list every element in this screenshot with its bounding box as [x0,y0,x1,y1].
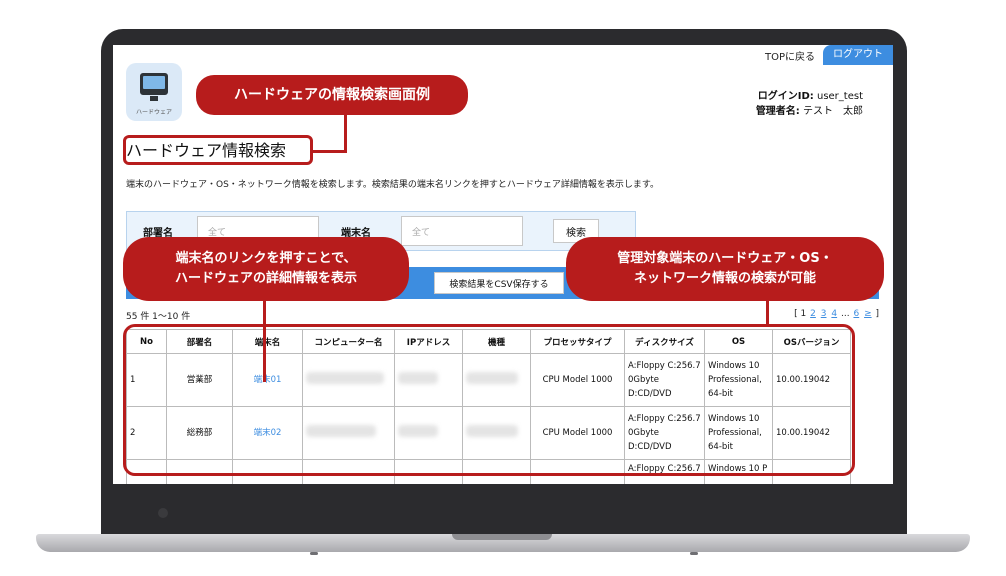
camera-icon [158,508,168,518]
admin-name-value: テスト 太郎 [803,106,863,117]
page-description: 端末のハードウェア・OS・ネットワーク情報を検索します。検索結果の端末名リンクを… [126,180,660,190]
callout-connector [344,114,347,151]
top-nav: TOPに戻る ログアウト [757,45,893,65]
top-link[interactable]: TOPに戻る [757,48,823,63]
monitor-screen [143,76,165,89]
monitor-stand [150,96,158,101]
pager-ellipsis: ... [840,309,850,319]
laptop-notch [452,534,552,540]
app-icon-caption: ハードウェア [135,109,172,116]
login-id-label: ログインID: [757,91,814,102]
pager-current: 1 [800,309,807,319]
pagination: [ 1 2 3 4 ... 6 ≥ ] [794,309,879,319]
terminal-input[interactable]: 全て [401,216,523,246]
callout-connector [766,300,769,326]
csv-save-button[interactable]: 検索結果をCSV保存する [434,272,564,294]
title-highlight-box [123,135,313,165]
callout-connector [312,150,347,153]
callout-screen-example: ハードウェアの情報検索画面例 [196,75,468,115]
pager-link[interactable]: 2 [810,309,816,319]
table-highlight-box [123,324,855,476]
laptop-foot [310,552,318,555]
callout-text: 管理対象端末のハードウェア・OS・ [617,251,833,266]
login-id-value: user_test [816,91,863,102]
admin-name-label: 管理者名: [755,106,800,117]
callout-text: 端末名のリンクを押すことで、 [175,251,357,266]
pager-open: [ [794,309,798,319]
pager-link[interactable]: 4 [831,309,837,319]
pager-close: ] [875,309,879,319]
pager-link[interactable]: 6 [853,309,859,319]
login-info: ログインID: user_test 管理者名: テスト 太郎 [756,89,863,119]
callout-terminal-link: 端末名のリンクを押すことで、 ハードウェアの詳細情報を表示 [123,237,409,301]
callout-text: ハードウェアの詳細情報を表示 [174,271,357,286]
pager-next[interactable]: ≥ [864,309,872,319]
hardware-app-icon: ハードウェア [126,63,182,121]
callout-managed-search: 管理対象端末のハードウェア・OS・ ネットワーク情報の検索が可能 [566,237,884,301]
laptop-foot [690,552,698,555]
callout-text: ネットワーク情報の検索が可能 [633,271,816,286]
logout-button[interactable]: ログアウト [823,45,893,65]
result-count: 55 件 1〜10 件 [126,312,191,322]
pager-link[interactable]: 3 [821,309,827,319]
